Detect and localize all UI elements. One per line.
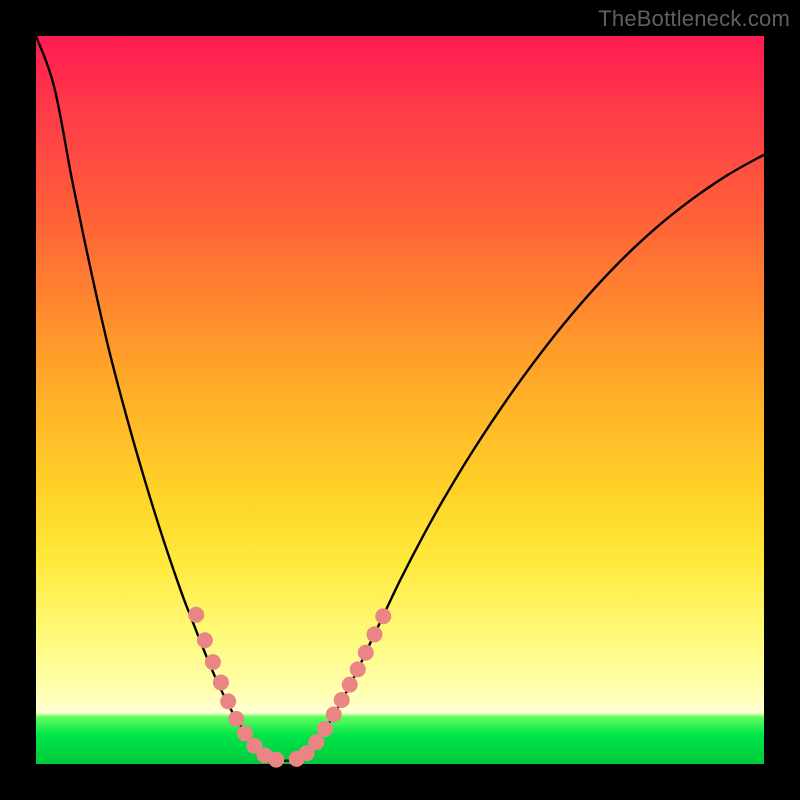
data-dot [205, 654, 221, 670]
data-dots [188, 607, 391, 768]
data-dot [188, 607, 204, 623]
chart-svg [36, 36, 764, 764]
bottleneck-curve [36, 36, 764, 761]
data-dot [317, 721, 333, 737]
plot-area [36, 36, 764, 764]
data-dot [268, 752, 284, 768]
data-dot [358, 645, 374, 661]
data-dot [213, 674, 229, 690]
data-dot [334, 692, 350, 708]
watermark-text: TheBottleneck.com [598, 6, 790, 32]
data-dot [350, 661, 366, 677]
data-dot [308, 734, 324, 750]
data-dot [367, 626, 383, 642]
data-dot [228, 711, 244, 727]
data-dot [375, 608, 391, 624]
data-dot [342, 677, 358, 693]
data-dot [197, 632, 213, 648]
data-dot [326, 707, 342, 723]
data-dot [220, 693, 236, 709]
chart-stage: TheBottleneck.com [0, 0, 800, 800]
